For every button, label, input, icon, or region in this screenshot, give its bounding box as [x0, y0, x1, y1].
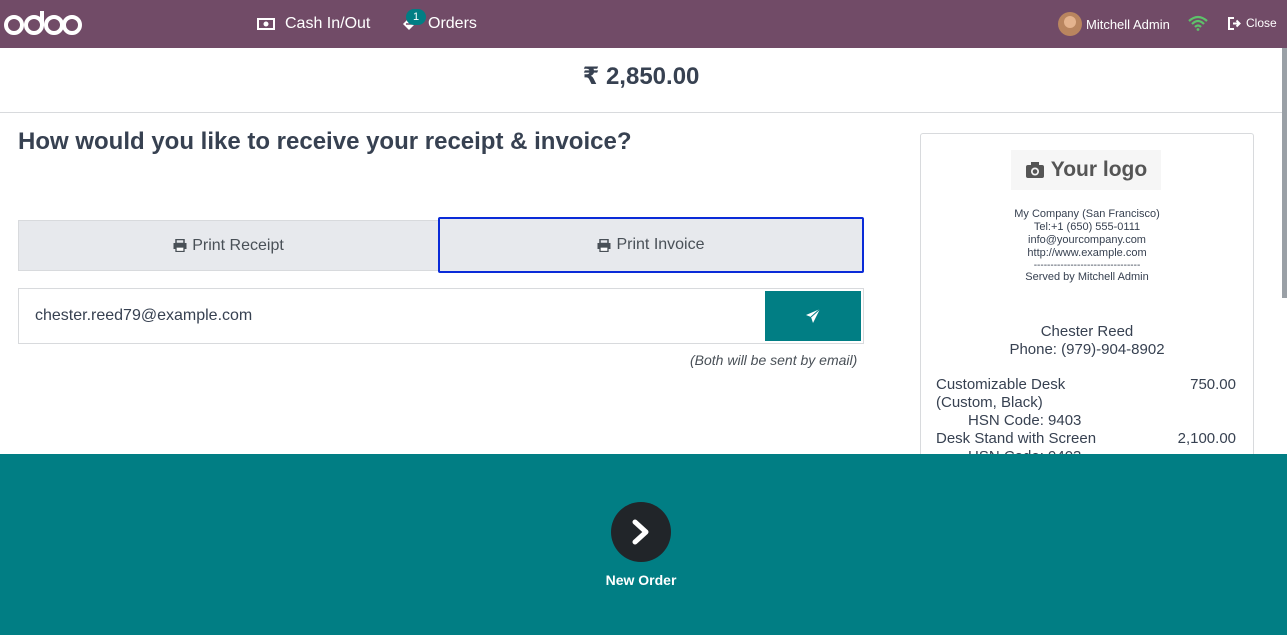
- email-field-group: [18, 288, 864, 344]
- new-order-button[interactable]: [611, 502, 671, 562]
- footer-bar: New Order: [0, 454, 1287, 635]
- close-label: Close: [1246, 16, 1277, 30]
- sign-out-icon: [1228, 16, 1241, 30]
- line-hsn-code: HSN Code: 9403: [968, 412, 1082, 429]
- email-note: (Both will be sent by email): [690, 352, 858, 368]
- cash-in-out-label: Cash In/Out: [285, 15, 371, 32]
- money-icon: [257, 18, 275, 30]
- print-receipt-button[interactable]: Print Receipt: [18, 220, 439, 271]
- line-price: 2,100.00: [1177, 430, 1236, 447]
- camera-icon: [1025, 162, 1044, 178]
- customer-name: Chester Reed: [1040, 323, 1134, 340]
- line-product-variant: (Custom, Black): [936, 394, 1043, 411]
- avatar: [1058, 12, 1082, 36]
- close-button[interactable]: Close: [1228, 16, 1277, 30]
- user-menu[interactable]: Mitchell Admin: [1058, 12, 1170, 36]
- new-order-label: New Order: [605, 572, 677, 588]
- send-email-button[interactable]: [765, 291, 861, 341]
- user-name: Mitchell Admin: [1086, 16, 1170, 32]
- email-input[interactable]: [35, 307, 735, 325]
- logo-text: Your logo: [1050, 158, 1148, 181]
- chevron-right-icon: [632, 519, 649, 545]
- paper-plane-icon: [806, 308, 821, 323]
- served-by: Served by Mitchell Admin: [1025, 271, 1149, 283]
- print-invoice-label: Print Invoice: [616, 236, 705, 253]
- company-logo: Your logo: [1011, 150, 1161, 190]
- receipt-preview: Your logo My Company (San Francisco) Tel…: [920, 133, 1254, 465]
- odoo-logo[interactable]: [4, 8, 82, 45]
- orders-count-badge: 1: [406, 9, 426, 25]
- separator: --------------------------------: [1033, 260, 1141, 271]
- company-phone: Tel:+1 (650) 555-0111: [1033, 221, 1141, 233]
- print-invoice-button[interactable]: Print Invoice: [438, 217, 864, 273]
- orders-label: Orders: [428, 15, 477, 32]
- receipt-question: How would you like to receive your recei…: [18, 128, 632, 155]
- amount-header: ₹ 2,850.00: [0, 48, 1287, 113]
- printer-icon: [597, 238, 611, 252]
- receipt-line: Customizable Desk (Custom, Black) HSN Co…: [936, 376, 1236, 430]
- top-navbar: Cash In/Out Orders 1 Mitchell Admin Clos…: [0, 0, 1287, 48]
- scrollbar[interactable]: [1282, 48, 1287, 298]
- line-price: 750.00: [1190, 376, 1236, 393]
- customer-info: Chester Reed Phone: (979)-904-8902: [921, 323, 1253, 359]
- wifi-icon: [1188, 15, 1208, 36]
- odoo-logo-icon: [4, 11, 82, 35]
- customer-phone: Phone: (979)-904-8902: [1009, 341, 1165, 358]
- company-email: info@yourcompany.com: [1028, 234, 1146, 246]
- total-amount: ₹ 2,850.00: [582, 63, 700, 90]
- cash-in-out-button[interactable]: Cash In/Out: [257, 0, 370, 48]
- company-website: http://www.example.com: [1027, 247, 1147, 259]
- printer-icon: [173, 239, 187, 252]
- company-info: My Company (San Francisco) Tel:+1 (650) …: [921, 208, 1253, 284]
- print-receipt-label: Print Receipt: [192, 236, 284, 254]
- company-name: My Company (San Francisco): [1014, 208, 1160, 220]
